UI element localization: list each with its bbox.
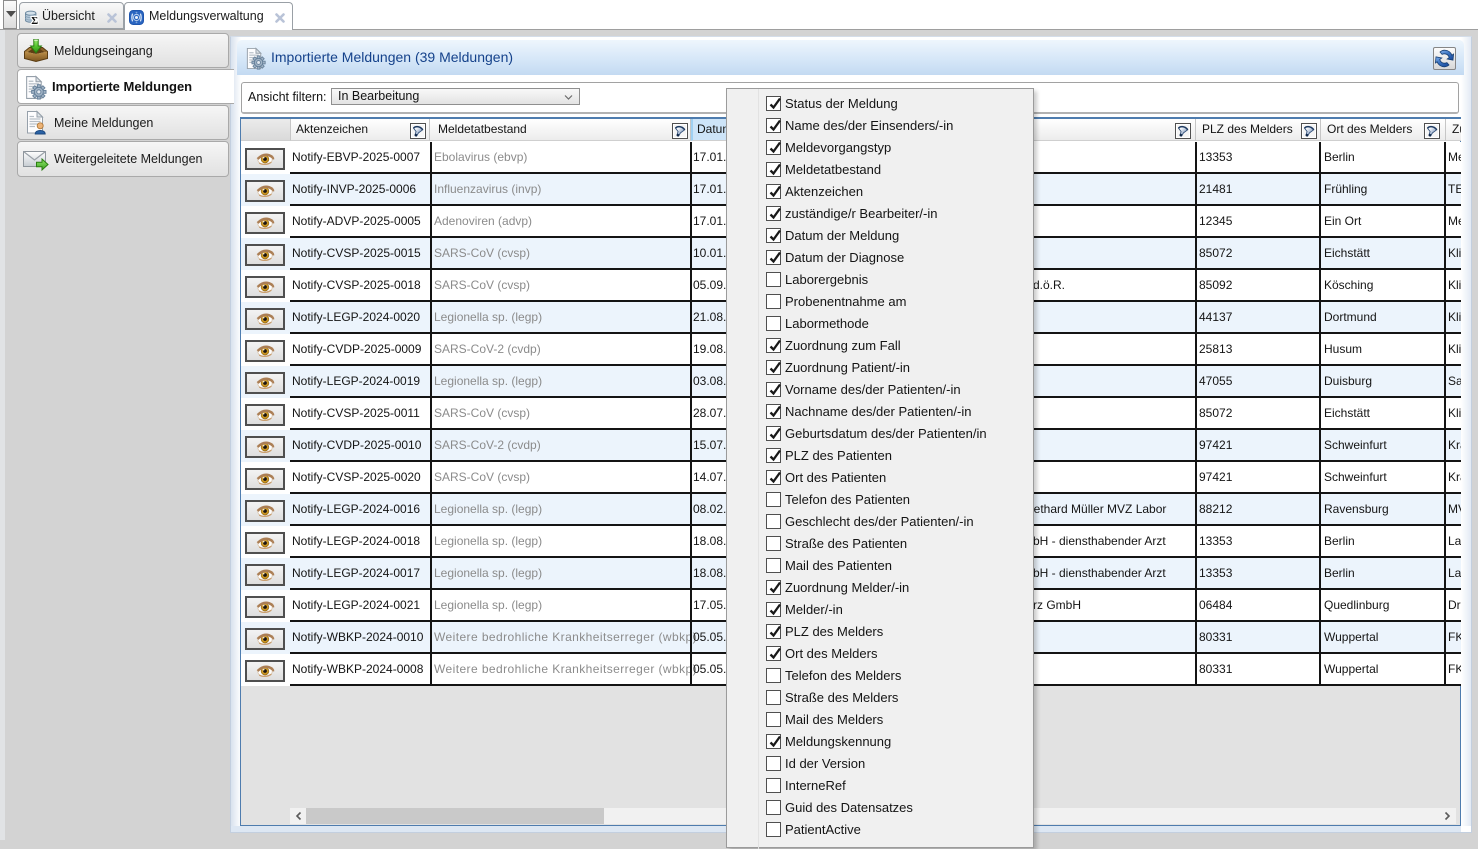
svg-text:Σ: Σ — [31, 16, 38, 25]
